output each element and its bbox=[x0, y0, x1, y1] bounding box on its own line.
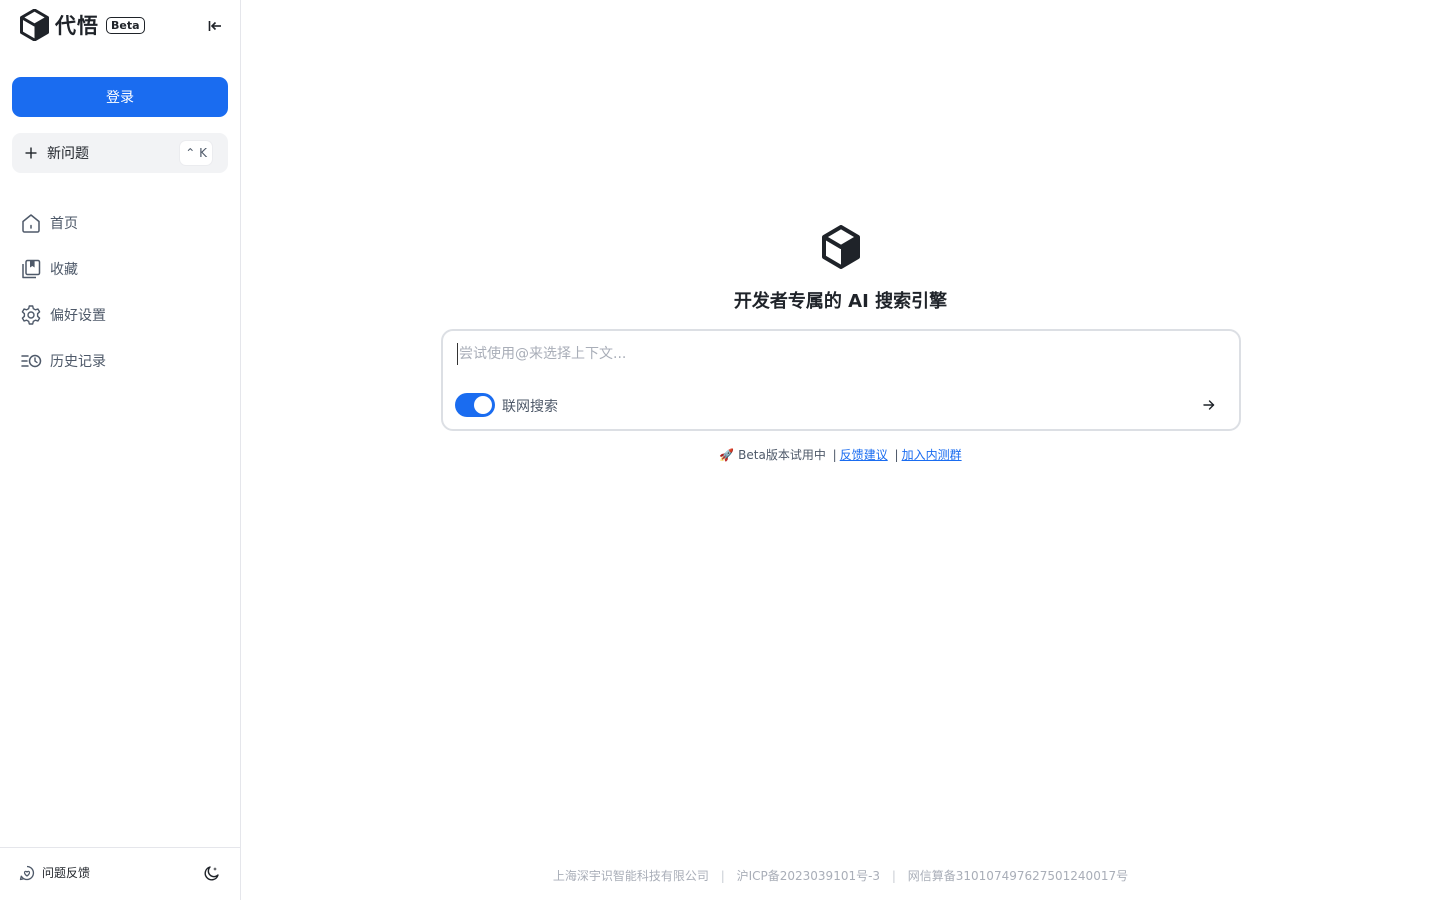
sidebar-item-label: 历史记录 bbox=[50, 354, 106, 370]
feedback-label: 问题反馈 bbox=[42, 866, 91, 880]
gear-icon bbox=[20, 304, 42, 326]
beta-badge: Beta bbox=[106, 16, 145, 34]
sidebar-item-collection[interactable]: 收藏 bbox=[12, 246, 228, 292]
moon-icon bbox=[204, 866, 219, 881]
theme-toggle-button[interactable] bbox=[203, 864, 221, 882]
brand[interactable]: 代悟 Beta bbox=[20, 9, 145, 41]
join-group-link[interactable]: 加入内测群 bbox=[902, 448, 962, 462]
divider: | bbox=[891, 869, 896, 883]
toggle-knob bbox=[474, 396, 492, 414]
icp-record[interactable]: 沪ICP备2023039101号-3 bbox=[737, 869, 880, 883]
collection-icon bbox=[20, 258, 42, 280]
plus-icon bbox=[25, 147, 37, 159]
send-button[interactable] bbox=[1201, 397, 1217, 413]
sidebar-item-settings[interactable]: 偏好设置 bbox=[12, 292, 228, 338]
brand-name: 代悟 bbox=[55, 14, 99, 38]
shortcut-badge: ⌃ K bbox=[180, 141, 212, 165]
sidebar-nav: 首页 收藏 偏好设置 历史记录 bbox=[12, 200, 228, 384]
sidebar-item-history[interactable]: 历史记录 bbox=[12, 338, 228, 384]
new-question-button[interactable]: 新问题 ⌃ K bbox=[12, 133, 228, 173]
home-icon bbox=[20, 212, 42, 234]
feedback-button[interactable]: 问题反馈 bbox=[19, 864, 90, 881]
history-icon bbox=[20, 350, 42, 372]
rocket-icon: 🚀 bbox=[719, 448, 735, 462]
sidebar-item-label: 偏好设置 bbox=[50, 308, 106, 324]
collapse-sidebar-button[interactable] bbox=[205, 16, 225, 36]
search-box: 联网搜索 bbox=[441, 329, 1241, 431]
algorithm-record: 网信算备310107497627501240017号 bbox=[907, 869, 1129, 883]
login-button[interactable]: 登录 bbox=[12, 77, 228, 117]
search-input[interactable] bbox=[457, 343, 1217, 365]
beta-notice-text: Beta版本试用中 bbox=[734, 448, 826, 462]
separator: | bbox=[894, 448, 899, 462]
cube-logo-icon bbox=[822, 225, 860, 269]
sidebar: 代悟 Beta 登录 新问题 ⌃ K 首页 收藏 偏好设置 历史记录 问题反馈 bbox=[0, 0, 241, 900]
arrow-right-icon bbox=[1203, 400, 1215, 410]
cube-logo-icon bbox=[20, 9, 49, 41]
sidebar-item-label: 首页 bbox=[50, 216, 78, 232]
page-title: 开发者专属的 AI 搜索引擎 bbox=[733, 291, 948, 312]
collapse-left-icon bbox=[208, 21, 221, 31]
divider: | bbox=[720, 869, 725, 883]
new-question-label: 新问题 bbox=[47, 146, 89, 162]
web-search-label: 联网搜索 bbox=[502, 399, 558, 415]
sidebar-item-home[interactable]: 首页 bbox=[12, 200, 228, 246]
feedback-icon bbox=[19, 865, 35, 880]
feedback-link[interactable]: 反馈建议 bbox=[840, 448, 888, 462]
web-search-toggle[interactable] bbox=[455, 393, 495, 417]
main-content: 开发者专属的 AI 搜索引擎 联网搜索 🚀 Beta版本试用中 |反馈建议 |加… bbox=[241, 0, 1440, 900]
sidebar-item-label: 收藏 bbox=[50, 262, 78, 278]
sidebar-footer: 问题反馈 bbox=[0, 847, 240, 900]
separator: | bbox=[832, 448, 837, 462]
company-name: 上海深宇识智能科技有限公司 bbox=[552, 869, 709, 883]
beta-notice: 🚀 Beta版本试用中 | 反馈建议 | 加入内测群 bbox=[241, 446, 1440, 463]
page-footer: 上海深宇识智能科技有限公司 | 沪ICP备2023039101号-3 | 网信算… bbox=[241, 867, 1440, 884]
